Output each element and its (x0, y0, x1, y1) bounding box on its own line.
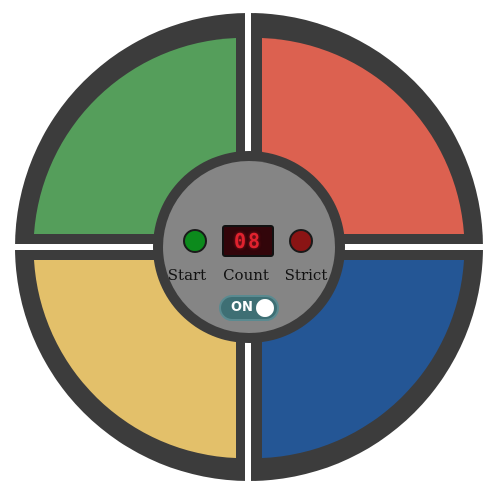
power-toggle-knob[interactable] (256, 299, 274, 317)
strict-label: Strict (284, 266, 328, 284)
count-display: 08 (222, 225, 274, 257)
power-toggle[interactable]: ON (219, 295, 279, 321)
simon-game: Start 08 Count Strict ON (0, 0, 498, 496)
count-value: 08 (233, 229, 263, 253)
start-button[interactable] (183, 229, 207, 253)
power-toggle-label: ON (231, 300, 253, 315)
strict-button[interactable] (289, 229, 313, 253)
